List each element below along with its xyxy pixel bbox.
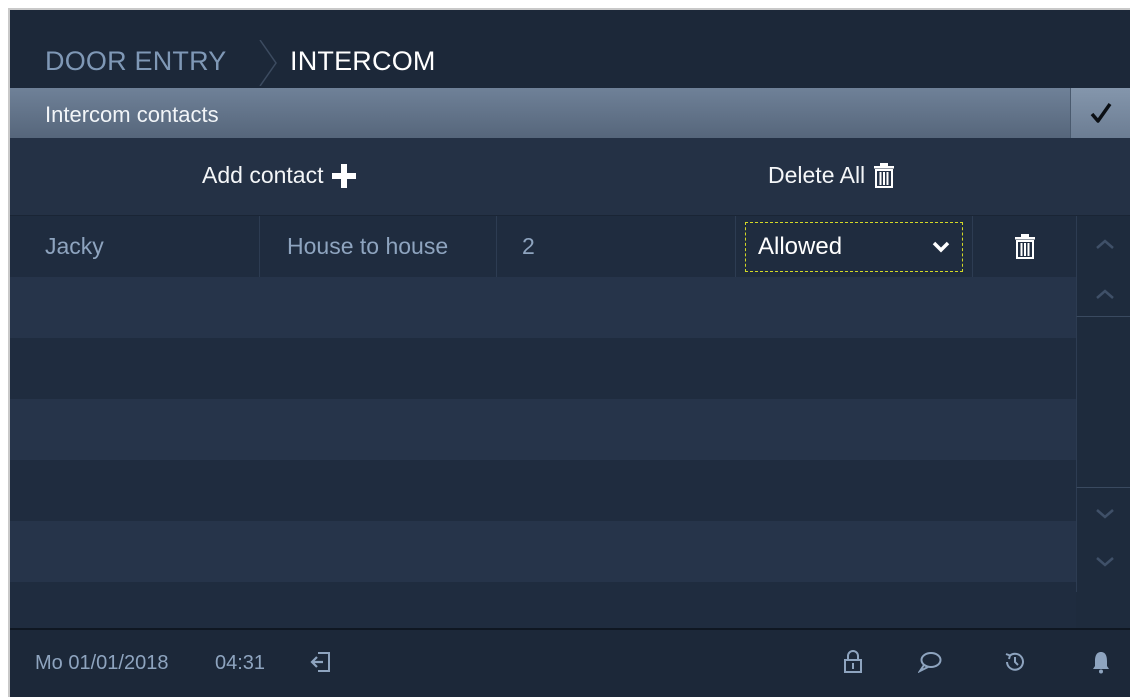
section-title-bar: Intercom contacts [10,88,1130,138]
permission-cell: Allowed [736,216,973,277]
breadcrumb-intercom: INTERCOM [290,46,436,76]
empty-row [10,582,1076,628]
exit-icon [310,652,330,672]
empty-row [10,338,1076,399]
permission-select[interactable]: Allowed [745,221,963,272]
empty-row [10,521,1076,582]
lock-icon [844,650,862,673]
history-button[interactable] [1000,647,1030,677]
trash-icon[interactable] [1014,233,1036,260]
contact-type: House to house [260,216,497,277]
contacts-table: Jacky House to house 2 Allowed [10,216,1076,628]
breadcrumb: DOOR ENTRY INTERCOM [10,10,1130,88]
check-icon [1090,102,1111,123]
scrollbar [1076,216,1130,628]
empty-row [10,460,1076,521]
add-contact-label: Add contact [202,162,324,188]
lock-button[interactable] [838,647,868,677]
date-display: Mo 01/01/2018 [35,652,169,674]
message-button[interactable] [915,647,945,677]
chevron-up-icon [1096,239,1114,249]
contact-name: Jacky [10,216,260,277]
delete-all-button[interactable]: Delete All [768,162,895,189]
empty-row [10,399,1076,460]
message-icon [918,652,942,673]
add-contact-button[interactable]: Add contact [202,162,357,189]
breadcrumb-door-entry[interactable]: DOOR ENTRY [45,46,227,77]
time-display: 04:31 [215,652,266,674]
status-bar: Mo 01/01/2018 04:31 [10,628,1130,697]
delete-contact-cell [973,216,1076,277]
table-row[interactable]: Jacky House to house 2 Allowed [10,216,1076,277]
chevron-up-icon [1096,289,1114,299]
chevron-down-icon [1096,509,1114,519]
scroll-up-button[interactable] [1076,216,1130,317]
chevron-down-icon [932,241,950,252]
app-window: DOOR ENTRY INTERCOM Intercom contacts Ad… [8,8,1130,697]
breadcrumb-separator-icon [259,40,277,86]
scroll-down-button[interactable] [1076,487,1130,592]
permission-value: Allowed [758,232,843,260]
confirm-button[interactable] [1070,88,1130,138]
trash-icon [874,162,895,188]
delete-all-label: Delete All [768,162,866,188]
history-icon [1005,652,1024,671]
contact-number: 2 [497,216,736,277]
chevron-down-icon [1096,557,1114,567]
empty-row [10,277,1076,338]
scroll-track[interactable] [1076,317,1130,487]
exit-button[interactable] [306,647,336,677]
notification-button[interactable] [1086,647,1116,677]
action-bar: Add contact Delete All [10,138,1130,216]
bell-icon [1093,652,1109,674]
page-title: Intercom contacts [45,102,219,127]
plus-icon [332,163,357,188]
